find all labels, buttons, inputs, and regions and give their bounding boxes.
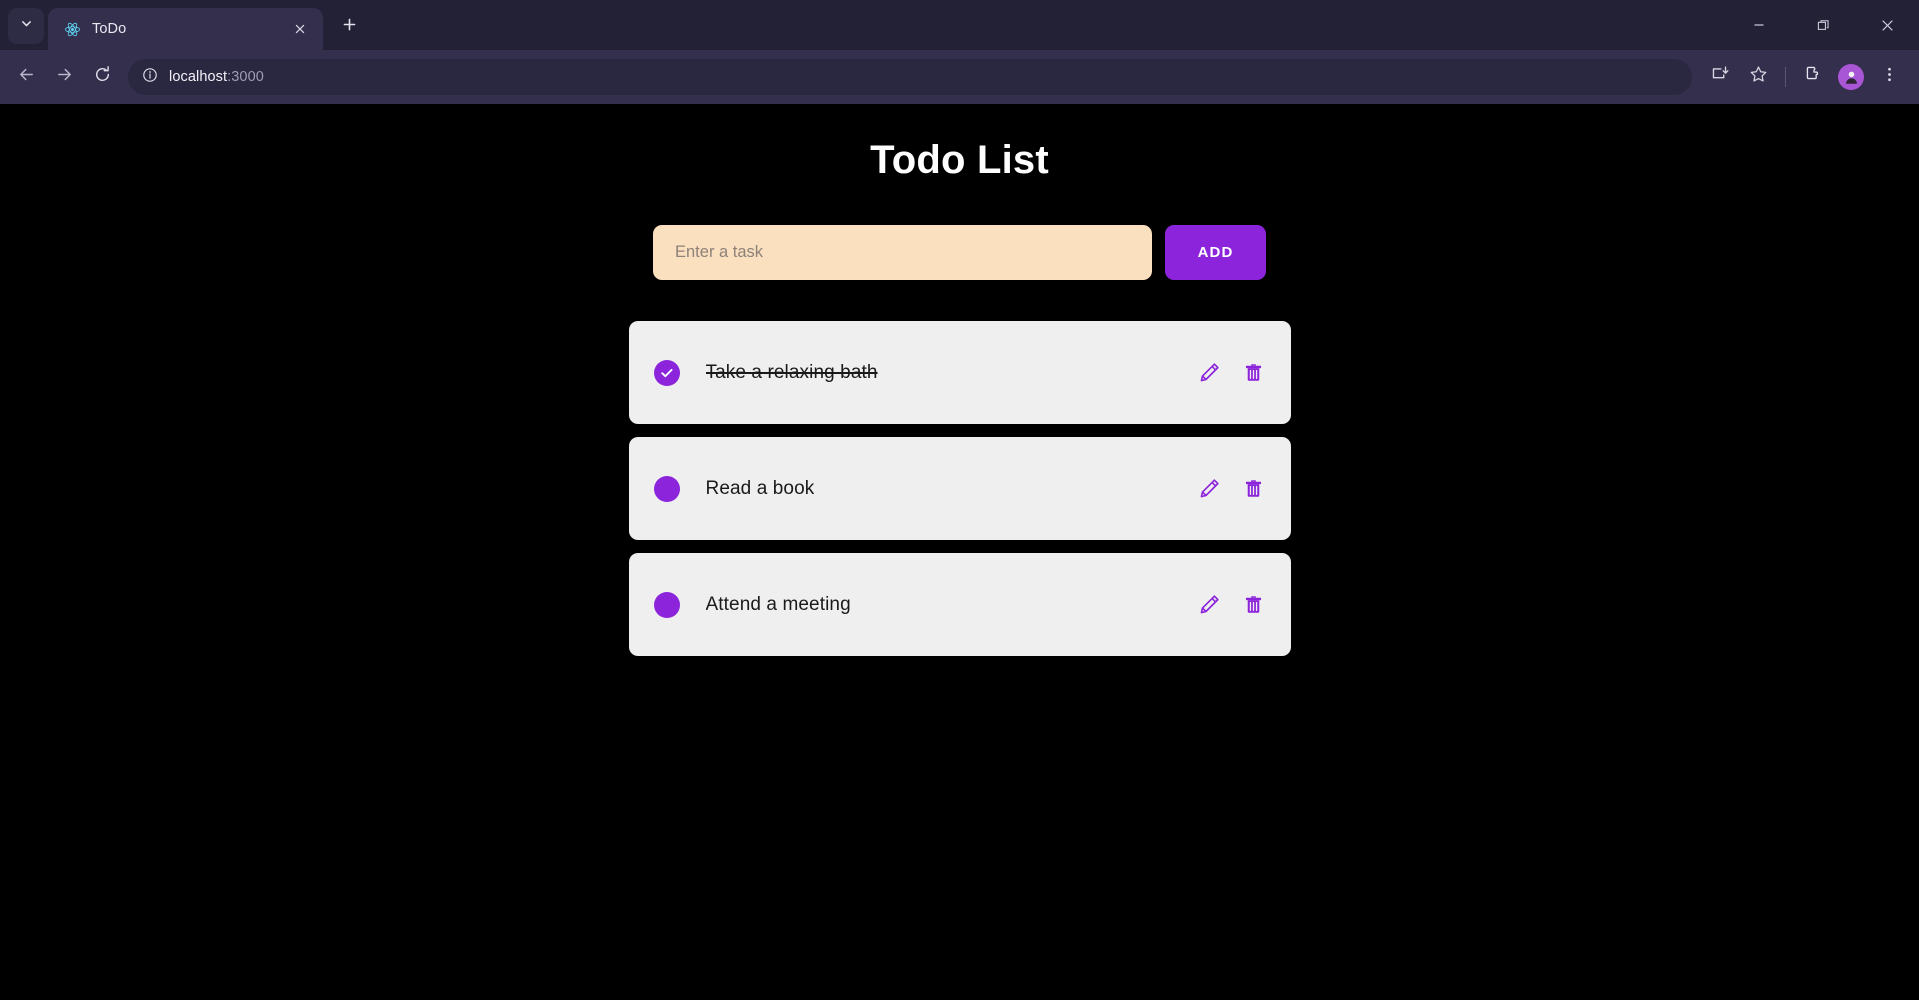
bookmark-button[interactable] <box>1740 59 1776 95</box>
todo-item-actions <box>1195 590 1269 620</box>
bookmark-star-icon <box>1749 65 1768 89</box>
trash-icon[interactable] <box>1239 358 1269 388</box>
window-close-button[interactable] <box>1855 0 1919 50</box>
more-vertical-icon <box>1881 66 1898 88</box>
circle-icon[interactable] <box>653 591 680 618</box>
extensions-button[interactable] <box>1795 59 1831 95</box>
pencil-icon[interactable] <box>1195 590 1225 620</box>
task-input[interactable] <box>653 225 1152 280</box>
todo-list: Take a relaxing bath Read a book Attend … <box>628 321 1291 656</box>
todo-item-actions <box>1195 358 1269 388</box>
plus-icon <box>342 17 357 37</box>
browser-tab[interactable]: ToDo <box>48 8 323 50</box>
pencil-icon[interactable] <box>1195 474 1225 504</box>
todo-item-text: Attend a meeting <box>705 593 851 615</box>
tab-title: ToDo <box>92 21 127 37</box>
info-circle-icon[interactable] <box>142 67 158 88</box>
trash-icon[interactable] <box>1239 590 1269 620</box>
tab-search-button[interactable] <box>8 8 44 44</box>
url-port: :3000 <box>227 69 264 85</box>
browser-menu-button[interactable] <box>1871 59 1907 95</box>
trash-icon[interactable] <box>1239 474 1269 504</box>
todo-item: Read a book <box>628 437 1291 540</box>
todo-item-main: Attend a meeting <box>653 591 1195 618</box>
back-button[interactable] <box>8 59 44 95</box>
install-app-icon <box>1711 65 1730 89</box>
forward-button[interactable] <box>46 59 82 95</box>
window-minimize-button[interactable] <box>1727 0 1791 50</box>
todo-item-text: Read a book <box>705 477 815 499</box>
tab-close-button[interactable] <box>287 16 313 42</box>
browser-toolbar: localhost:3000 <box>0 50 1919 104</box>
new-tab-button[interactable] <box>333 11 365 43</box>
toolbar-divider <box>1785 67 1786 87</box>
add-task-row: ADD <box>0 225 1919 280</box>
chevron-down-icon <box>20 17 33 35</box>
address-bar-url: localhost:3000 <box>169 69 264 85</box>
pencil-icon[interactable] <box>1195 358 1225 388</box>
tab-strip: ToDo <box>0 0 1919 50</box>
todo-item-main: Read a book <box>653 475 1195 502</box>
arrow-left-icon <box>17 65 36 89</box>
page-viewport: Todo List ADD Take a relaxing bath <box>0 104 1919 1000</box>
todo-item-actions <box>1195 474 1269 504</box>
todo-item: Attend a meeting <box>628 553 1291 656</box>
profile-avatar-icon <box>1838 64 1864 90</box>
todo-item: Take a relaxing bath <box>628 321 1291 424</box>
todo-item-text: Take a relaxing bath <box>705 361 878 383</box>
profile-button[interactable] <box>1833 59 1869 95</box>
reload-button[interactable] <box>84 59 120 95</box>
add-task-button[interactable]: ADD <box>1165 225 1266 280</box>
arrow-right-icon <box>55 65 74 89</box>
browser-window: ToDo localhost:3000 Todo List Enter a ta… <box>0 0 1919 1000</box>
url-host: localhost <box>169 69 228 85</box>
page-title: Todo List <box>870 138 1049 182</box>
react-logo-icon <box>64 21 81 38</box>
toolbar-icons <box>1702 59 1907 95</box>
window-controls <box>1727 0 1919 50</box>
check-circle-icon[interactable] <box>653 359 680 386</box>
extensions-puzzle-icon <box>1804 65 1823 89</box>
todo-item-main: Take a relaxing bath <box>653 359 1195 386</box>
address-bar[interactable]: localhost:3000 <box>128 59 1692 95</box>
window-restore-button[interactable] <box>1791 0 1855 50</box>
reload-icon <box>93 65 112 89</box>
circle-icon[interactable] <box>653 475 680 502</box>
install-app-button[interactable] <box>1702 59 1738 95</box>
